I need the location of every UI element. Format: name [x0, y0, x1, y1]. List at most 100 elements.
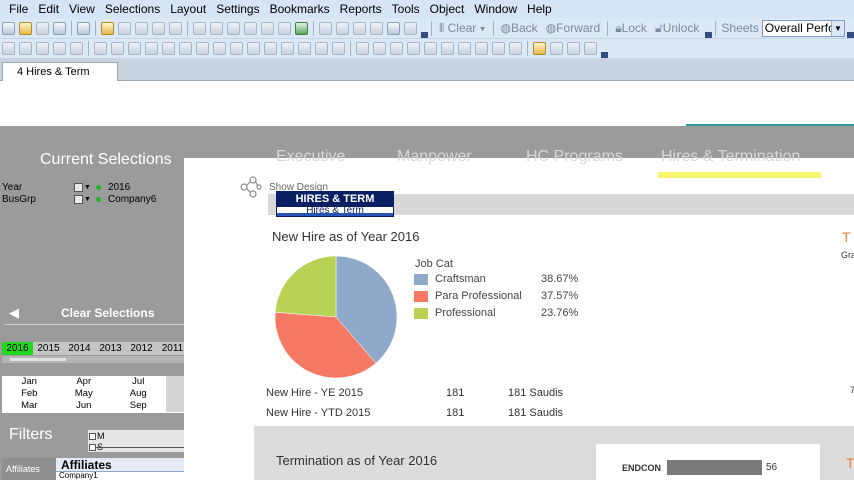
- toolbar-overflow-handle[interactable]: [847, 32, 854, 38]
- menu-reports[interactable]: Reports: [335, 2, 387, 16]
- toolbar-overflow-handle[interactable]: [705, 32, 713, 38]
- month-item[interactable]: Jan: [2, 376, 57, 388]
- month-item[interactable]: Jul: [111, 376, 166, 388]
- scrollbar-thumb[interactable]: [10, 358, 66, 361]
- design-tool-icon[interactable]: [567, 42, 580, 55]
- menu-file[interactable]: File: [4, 2, 33, 16]
- line-arrow-icon[interactable]: [247, 42, 260, 55]
- undo-icon[interactable]: [193, 21, 206, 35]
- save-icon[interactable]: [53, 21, 66, 35]
- menu-window[interactable]: Window: [469, 2, 522, 16]
- search-object-icon[interactable]: [298, 42, 311, 55]
- legend-item[interactable]: Craftsman 38.67%: [414, 273, 578, 285]
- chevron-down-icon[interactable]: ▼: [84, 184, 91, 191]
- design-tool-icon[interactable]: [36, 42, 49, 55]
- new-document-icon[interactable]: [2, 21, 15, 35]
- year-item[interactable]: 2016: [2, 342, 33, 355]
- year-item[interactable]: 2015: [33, 342, 64, 355]
- align-top-icon[interactable]: [424, 42, 437, 55]
- month-item[interactable]: Apr: [57, 376, 112, 388]
- year-item[interactable]: 2014: [64, 342, 95, 355]
- pie-slice-professional[interactable]: [274, 256, 337, 318]
- listbox-icon[interactable]: [94, 42, 107, 55]
- redo-icon[interactable]: [210, 21, 223, 35]
- month-item[interactable]: Jun: [57, 400, 112, 412]
- tab-manpower[interactable]: Manpower: [397, 148, 472, 166]
- align-center-icon[interactable]: [390, 42, 403, 55]
- format-painter-icon[interactable]: [356, 42, 369, 55]
- lock-button[interactable]: 🔒︎Lock: [615, 21, 647, 36]
- month-item[interactable]: Sep: [111, 400, 166, 412]
- table-box-icon[interactable]: [145, 42, 158, 55]
- button-icon[interactable]: [213, 42, 226, 55]
- copy-icon[interactable]: [244, 21, 257, 35]
- toolbar-overflow-handle[interactable]: [601, 52, 608, 58]
- debug-icon[interactable]: [169, 21, 182, 35]
- statistics-box-icon[interactable]: [111, 42, 124, 55]
- align-left-icon[interactable]: [373, 42, 386, 55]
- month-item[interactable]: Aug: [111, 388, 166, 400]
- input-box-icon[interactable]: [179, 42, 192, 55]
- design-tool-icon[interactable]: [584, 42, 597, 55]
- multibox-icon[interactable]: [128, 42, 141, 55]
- design-tool-icon[interactable]: [70, 42, 83, 55]
- paste-icon[interactable]: [261, 21, 274, 35]
- chart-wizard-icon[interactable]: [319, 21, 332, 35]
- align-right-icon[interactable]: [407, 42, 420, 55]
- month-item[interactable]: Mar: [2, 400, 57, 412]
- tab-hires-termination[interactable]: Hires & Termination: [661, 148, 800, 166]
- legend-item[interactable]: Professional 23.76%: [414, 307, 578, 319]
- edit-script-icon[interactable]: [101, 21, 114, 35]
- align-bottom-icon[interactable]: [458, 42, 471, 55]
- clear-selections-button[interactable]: ◀ Clear Selections: [0, 300, 214, 325]
- unlock-button[interactable]: 🔓︎Unlock: [655, 21, 699, 36]
- menu-layout[interactable]: Layout: [165, 2, 211, 16]
- menu-edit[interactable]: Edit: [33, 2, 64, 16]
- sheets-select[interactable]: Overall Performance ▼: [761, 19, 845, 37]
- menu-view[interactable]: View: [64, 2, 100, 16]
- custom-object-icon[interactable]: [332, 42, 345, 55]
- clear-button[interactable]: ⦀ Clear ▾: [439, 21, 486, 36]
- bar-endcon[interactable]: [667, 460, 762, 475]
- table-viewer-icon[interactable]: [370, 21, 383, 35]
- menu-help[interactable]: Help: [522, 2, 557, 16]
- menu-bookmarks[interactable]: Bookmarks: [265, 2, 335, 16]
- reduce-data-icon[interactable]: [152, 21, 165, 35]
- check-icon[interactable]: [295, 21, 308, 35]
- month-item[interactable]: May: [57, 388, 112, 400]
- tab-hc-programs[interactable]: HC Programs: [526, 148, 623, 166]
- container-icon[interactable]: [315, 42, 328, 55]
- expression-icon[interactable]: [533, 42, 546, 55]
- context-help-icon[interactable]: [404, 21, 417, 35]
- bookmark-object-icon[interactable]: [281, 42, 294, 55]
- menu-tools[interactable]: Tools: [387, 2, 425, 16]
- chevron-down-icon[interactable]: ▼: [84, 196, 91, 203]
- align-middle-icon[interactable]: [441, 42, 454, 55]
- tab-hires-term[interactable]: 4 Hires & Term: [2, 62, 118, 81]
- design-tool-icon[interactable]: [2, 42, 15, 55]
- find-icon[interactable]: [278, 21, 291, 35]
- same-size-icon[interactable]: [509, 42, 522, 55]
- eraser-icon[interactable]: [74, 183, 83, 192]
- current-selections-icon[interactable]: [196, 42, 209, 55]
- checkbox[interactable]: [89, 432, 96, 440]
- affiliates-button[interactable]: Affiliates: [2, 458, 56, 480]
- view-dropdown[interactable]: HIRES & TERM Hires & Term: [276, 191, 394, 217]
- help-icon[interactable]: [387, 21, 400, 35]
- design-tool-icon[interactable]: [550, 42, 563, 55]
- eraser-icon[interactable]: [74, 195, 83, 204]
- year-item[interactable]: 2012: [126, 342, 157, 355]
- design-tool-icon[interactable]: [53, 42, 66, 55]
- back-button[interactable]: ◍Back: [501, 21, 538, 35]
- toolbar-overflow-handle[interactable]: [421, 32, 428, 38]
- chevron-down-icon[interactable]: ▼: [831, 20, 844, 36]
- filter-option-m[interactable]: M: [89, 431, 105, 441]
- properties-icon[interactable]: [353, 21, 366, 35]
- legend-item[interactable]: Para Professional 37.57%: [414, 290, 578, 302]
- menu-settings[interactable]: Settings: [211, 2, 264, 16]
- partial-reload-icon[interactable]: [135, 21, 148, 35]
- reload-icon[interactable]: [36, 21, 49, 35]
- print-icon[interactable]: [77, 21, 90, 35]
- open-folder-icon[interactable]: [19, 21, 32, 35]
- new-sheet-object-icon[interactable]: [336, 21, 349, 35]
